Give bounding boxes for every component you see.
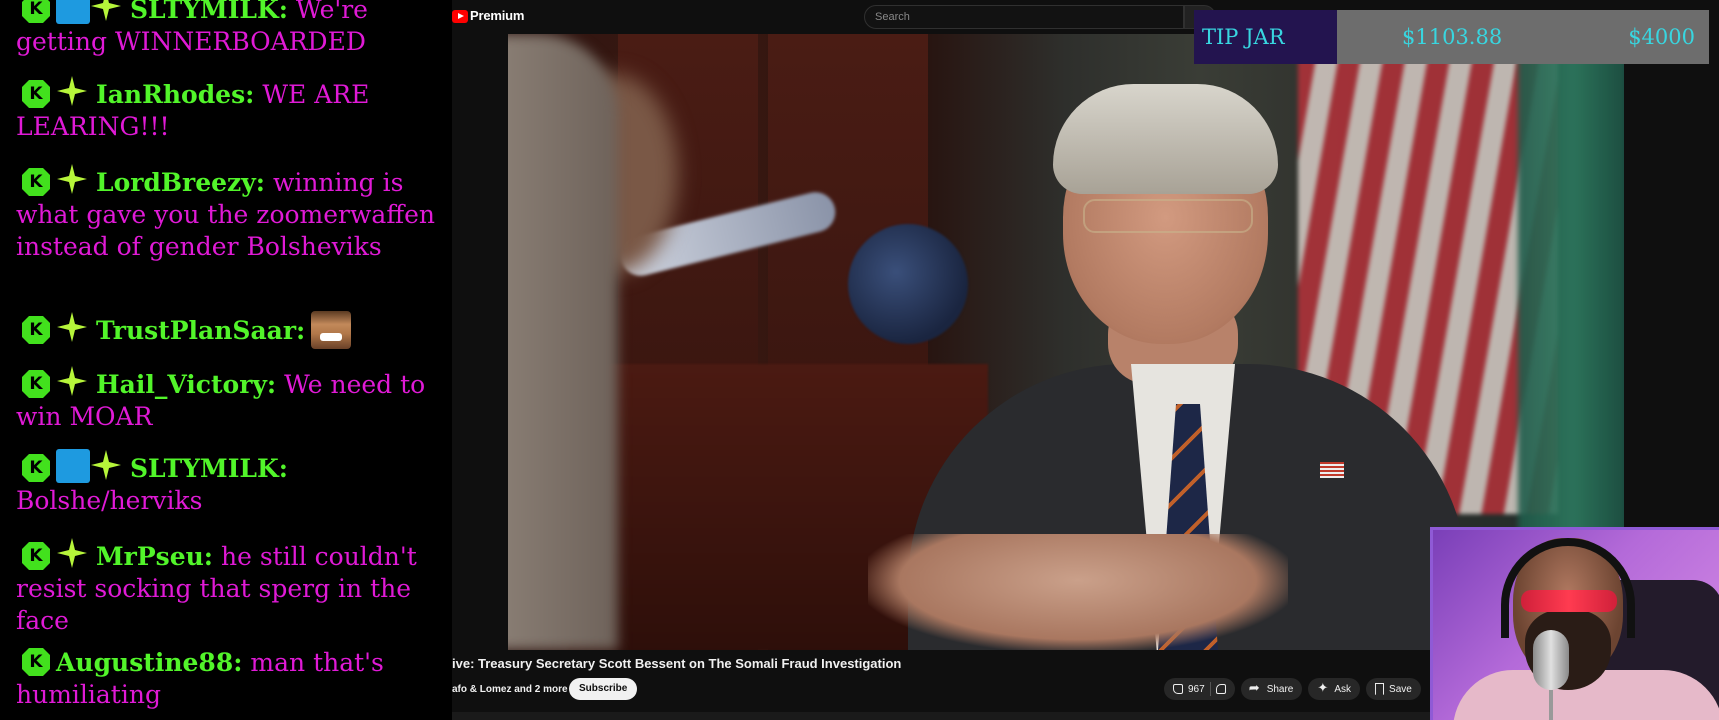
sparkle-icon: [57, 366, 87, 396]
save-button[interactable]: Save: [1366, 678, 1421, 700]
chat-username[interactable]: LordBreezy:: [96, 168, 265, 197]
divider: [1209, 682, 1211, 696]
like-count: 967: [1188, 683, 1205, 695]
tip-jar: TIP JAR $1103.88 $4000: [1194, 10, 1709, 64]
sparkle-icon: [57, 76, 87, 106]
sparkle-icon: [57, 538, 87, 568]
search-input[interactable]: Search: [864, 5, 1184, 29]
chat-message: K SLTYMILK: We're getting WINNERBOARDED: [16, 0, 452, 58]
hands: [868, 534, 1288, 650]
laughing-face-emote-icon: [311, 311, 352, 349]
microphone-icon: [1533, 630, 1569, 690]
tip-jar-label: TIP JAR: [1194, 10, 1337, 64]
k-badge-icon: K: [22, 80, 50, 108]
chat-message: K IanRhodes: WE ARE LEARING!!!: [16, 75, 452, 143]
globe: [848, 224, 968, 344]
bookmark-icon: [1375, 683, 1385, 695]
tip-jar-progress-bar: $1103.88 $4000: [1337, 10, 1709, 64]
headphones-icon: [1501, 538, 1635, 638]
interviewer-shoulder: [508, 34, 618, 650]
mic-stand: [1549, 690, 1553, 720]
chat-username[interactable]: Augustine88:: [56, 648, 242, 677]
ask-button[interactable]: Ask: [1308, 678, 1361, 700]
tip-jar-goal: $4000: [1628, 25, 1695, 49]
share-label: Share: [1266, 683, 1294, 695]
streamer-webcam: [1430, 527, 1719, 720]
chat-panel: K SLTYMILK: We're getting WINNERBOARDED K…: [0, 0, 452, 720]
thumbs-down-icon[interactable]: [1215, 684, 1226, 694]
chat-username[interactable]: IanRhodes:: [96, 80, 254, 109]
chat-message: K TrustPlanSaar:: [16, 311, 452, 349]
k-badge-icon: K: [22, 316, 50, 344]
chat-message: K Hail_Victory: We need to win MOAR: [16, 365, 452, 433]
video-title: ive: Treasury Secretary Scott Bessent on…: [452, 656, 902, 671]
share-button[interactable]: Share: [1240, 678, 1303, 700]
ask-label: Ask: [1334, 683, 1352, 695]
green-flag: [1518, 34, 1624, 554]
action-bar: 967 Share Ask Save: [1164, 678, 1421, 700]
k-badge-icon: K: [22, 0, 50, 23]
sparkle-icon: [91, 0, 121, 21]
k-badge-icon: K: [22, 542, 50, 570]
chat-username[interactable]: TrustPlanSaar:: [96, 316, 305, 345]
eyeglasses: [1083, 199, 1253, 233]
chat-username[interactable]: Hail_Victory:: [96, 370, 276, 399]
chat-message: K MrPseu: he still couldn't resist sockin…: [16, 537, 452, 637]
share-icon: [1249, 680, 1262, 696]
chat-message: K LordBreezy: winning is what gave you th…: [16, 163, 452, 263]
chat-username[interactable]: SLTYMILK:: [130, 454, 288, 483]
k-badge-icon: K: [22, 168, 50, 196]
k-badge-icon: K: [22, 454, 50, 482]
sparkle-icon: [91, 450, 121, 480]
tip-jar-current: $1103.88: [1402, 25, 1503, 49]
k-badge-icon: K: [22, 648, 50, 676]
subscribe-button[interactable]: Subscribe: [569, 678, 638, 700]
chat-text: Bolshe/herviks: [16, 486, 203, 515]
chat-message: K SLTYMILK: Bolshe/herviks: [16, 449, 452, 517]
sparkle-icon: [57, 164, 87, 194]
chat-username[interactable]: SLTYMILK:: [130, 0, 288, 24]
flag-pin-icon: [1320, 462, 1344, 478]
chat-username[interactable]: MrPseu:: [96, 542, 213, 571]
chat-message: K Augustine88: man that's humiliating: [16, 647, 452, 711]
channel-name[interactable]: afo & Lomez and 2 more: [452, 684, 568, 695]
youtube-logo-icon[interactable]: [452, 10, 468, 23]
gavel-icon: [56, 0, 90, 24]
k-badge-icon: K: [22, 370, 50, 398]
sparkle-icon: [1317, 680, 1329, 696]
thumbs-up-icon[interactable]: [1173, 684, 1183, 694]
premium-label[interactable]: Premium: [470, 8, 524, 23]
hair: [1053, 84, 1278, 194]
like-dislike-button[interactable]: 967: [1164, 678, 1235, 700]
sparkle-icon: [57, 312, 87, 342]
gavel-icon: [56, 449, 90, 483]
save-label: Save: [1389, 683, 1412, 695]
